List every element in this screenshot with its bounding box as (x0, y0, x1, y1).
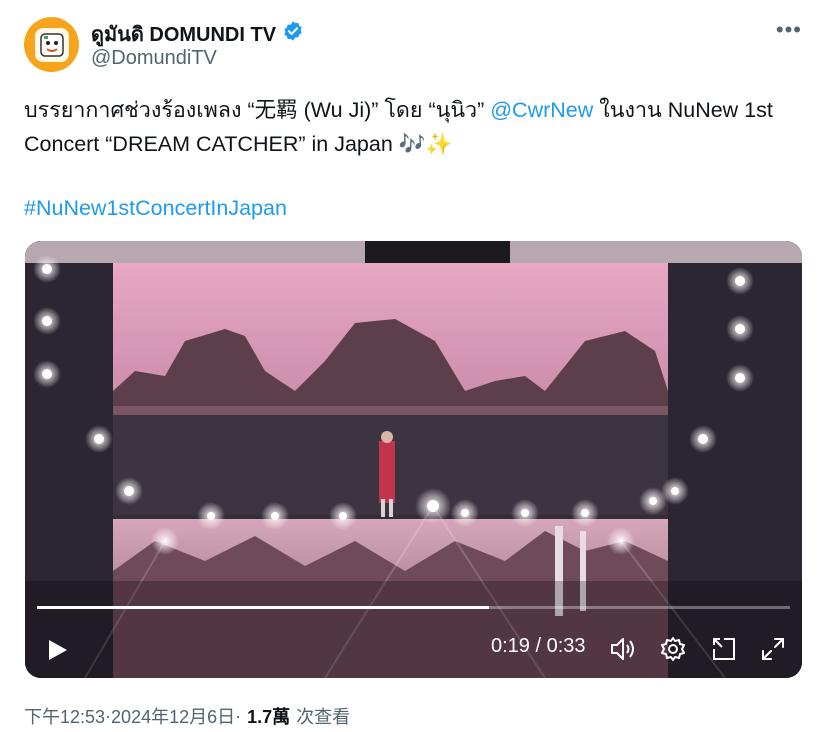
hashtag-link[interactable]: #NuNew1stConcertInJapan (24, 191, 287, 225)
tweet-text-part1: บรรยากาศช่วงร้องเพลง “无羁 (Wu Ji)” โดย “น… (24, 98, 491, 122)
avatar[interactable] (24, 17, 79, 72)
tweet-card: ดูมันดิ DOMUNDI TV @DomundiTV ••• บรรยาก… (0, 0, 828, 732)
picture-in-picture-icon[interactable] (710, 635, 738, 663)
tweet-time[interactable]: 下午12:53 (24, 703, 105, 729)
views-count: 1.7萬 (247, 707, 291, 727)
avatar-logo-icon (34, 27, 69, 62)
video-player[interactable]: 0:19 / 0:33 (25, 241, 802, 678)
video-frame (25, 241, 802, 678)
current-time: 0:19 (491, 635, 530, 657)
meta-separator-2: · (235, 705, 242, 726)
progress-bar-fill (37, 606, 489, 609)
mention-link[interactable]: @CwrNew (490, 98, 593, 122)
fullscreen-icon[interactable] (759, 635, 787, 663)
video-time: 0:19 / 0:33 (491, 635, 586, 658)
tweet-meta: 下午12:53 · 2024年12月6日 · 1.7萬 次查看 (24, 703, 350, 729)
more-icon[interactable]: ••• (776, 19, 802, 41)
time-separator: / (529, 635, 547, 657)
gear-icon[interactable] (659, 635, 687, 663)
account-handle[interactable]: @DomundiTV (91, 47, 217, 70)
tweet-date[interactable]: 2024年12月6日 (111, 703, 235, 729)
display-name[interactable]: ดูมันดิ DOMUNDI TV (91, 18, 304, 50)
duration: 0:33 (546, 635, 586, 657)
volume-icon[interactable] (609, 635, 637, 663)
progress-bar[interactable] (37, 606, 790, 609)
display-name-text[interactable]: ดูมันดิ DOMUNDI TV (91, 18, 276, 50)
play-icon[interactable] (43, 636, 71, 664)
views-label: 次查看 (296, 707, 351, 727)
verified-badge-icon (282, 20, 304, 48)
tweet-text: บรรยากาศช่วงร้องเพลง “无羁 (Wu Ji)” โดย “น… (24, 93, 804, 161)
